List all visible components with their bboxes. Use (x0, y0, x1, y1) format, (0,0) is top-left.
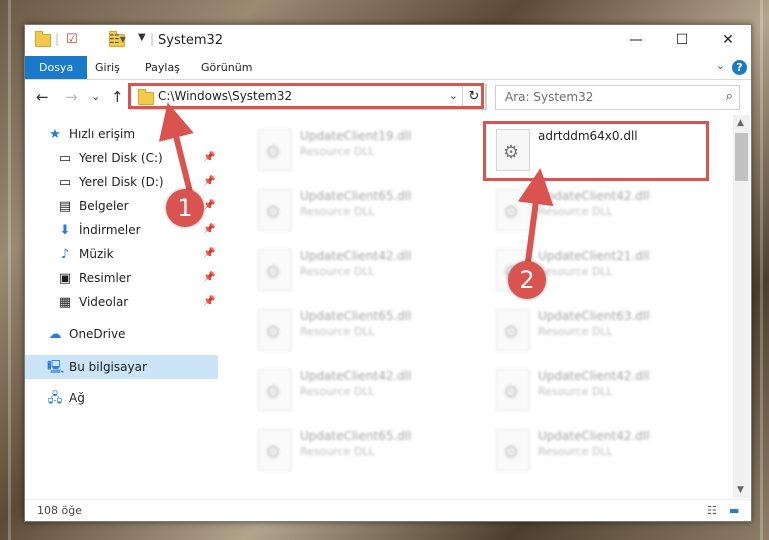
arrow-to-file (517, 168, 554, 263)
annotation-arrows (158, 102, 554, 263)
step-2-badge: 2 (508, 261, 546, 299)
arrow-to-address-bar (158, 102, 194, 193)
step-1-badge: 1 (166, 189, 204, 227)
